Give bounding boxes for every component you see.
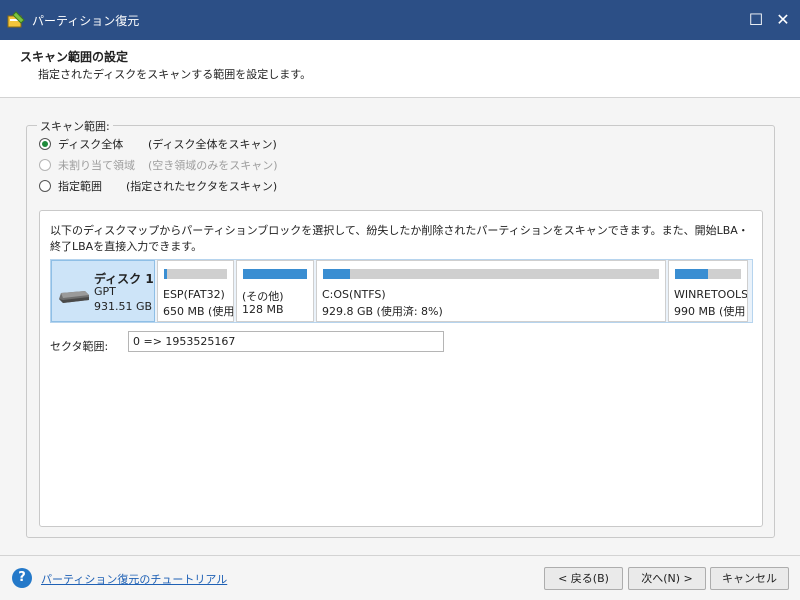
usage-bar (323, 269, 659, 279)
sector-range-label: セクタ範囲: (50, 340, 109, 353)
usage-bar-fill (164, 269, 168, 279)
partition-size: 650 MB (使用 (163, 305, 234, 318)
usage-bar-fill (243, 269, 307, 279)
main-content: スキャン範囲: ディスク全体 (ディスク全体をスキャン) 未割り当て領域 (空き… (0, 98, 800, 555)
back-button[interactable]: < 戻る(B) (544, 567, 623, 590)
radio-checked-icon[interactable] (39, 138, 51, 150)
partition-name: (その他) (242, 290, 284, 303)
scan-range-group-label: スキャン範囲: (37, 118, 113, 134)
radio-specified-range[interactable]: 指定範囲 (指定されたセクタをスキャン) (39, 178, 277, 194)
usage-bar-fill (675, 269, 708, 279)
disk-size: 931.51 GB (94, 300, 153, 313)
disk-map-panel: 以下のディスクマップからパーティションブロックを選択して、紛失したか削除されたパ… (39, 210, 763, 527)
radio-unchecked-icon (39, 159, 51, 171)
radio-unchecked-icon[interactable] (39, 180, 51, 192)
hard-disk-icon (59, 291, 89, 303)
partition-block[interactable]: (その他) 128 MB (236, 260, 314, 322)
radio-unallocated-desc: (空き領域のみをスキャン) (148, 159, 278, 172)
next-button[interactable]: 次へ(N) > (628, 567, 706, 590)
page-title: スキャン範囲の設定 (20, 50, 129, 64)
radio-unallocated: 未割り当て領域 (空き領域のみをスキャン) (39, 157, 278, 173)
partition-name: C:OS(NTFS) (322, 288, 386, 301)
page-subtitle: 指定されたディスクをスキャンする範囲を設定します。 (38, 68, 312, 81)
close-button[interactable]: ✕ (771, 8, 795, 32)
window-title: パーティション復元 (32, 14, 140, 28)
radio-specified-range-desc: (指定されたセクタをスキャン) (126, 180, 278, 193)
info-text: 以下のディスクマップからパーティションブロックを選択して、紛失したか削除されたパ… (50, 224, 749, 253)
partition-name: WINRETOOLS (674, 288, 748, 301)
partition-block[interactable]: C:OS(NTFS) 929.8 GB (使用済: 8%) (316, 260, 666, 322)
wizard-footer: ? パーティション復元のチュートリアル < 戻る(B) 次へ(N) > キャンセ… (0, 555, 800, 600)
title-bar: パーティション復元 ☐ ✕ (0, 0, 800, 40)
tutorial-link[interactable]: パーティション復元のチュートリアル (41, 571, 227, 587)
wizard-header: スキャン範囲の設定 指定されたディスクをスキャンする範囲を設定します。 (0, 40, 800, 98)
maximize-button[interactable]: ☐ (744, 8, 768, 32)
disk-map: ディスク 1 GPT 931.51 GB ESP(FAT32) 650 MB (… (50, 259, 753, 323)
partition-size: 128 MB (242, 303, 284, 316)
partition-name: ESP(FAT32) (163, 288, 225, 301)
disk-info-block[interactable]: ディスク 1 GPT 931.51 GB (51, 260, 155, 322)
partition-size: 990 MB (使用 (674, 305, 746, 318)
sector-range-input[interactable]: 0 => 1953525167 (128, 331, 444, 352)
radio-whole-disk[interactable]: ディスク全体 (ディスク全体をスキャン) (39, 136, 277, 152)
radio-unallocated-label: 未割り当て領域 (58, 159, 135, 172)
partition-size: 929.8 GB (使用済: 8%) (322, 305, 443, 318)
radio-specified-range-label: 指定範囲 (58, 180, 102, 193)
partition-block[interactable]: WINRETOOLS 990 MB (使用 (668, 260, 748, 322)
partition-recovery-app-icon (7, 11, 25, 28)
partition-block[interactable]: ESP(FAT32) 650 MB (使用 (157, 260, 234, 322)
help-icon[interactable]: ? (12, 568, 32, 588)
usage-bar (243, 269, 307, 279)
cancel-button[interactable]: キャンセル (710, 567, 789, 590)
usage-bar (675, 269, 741, 279)
disk-type: GPT (94, 285, 116, 298)
usage-bar-fill (323, 269, 350, 279)
usage-bar (164, 269, 227, 279)
radio-whole-disk-label: ディスク全体 (58, 138, 124, 151)
radio-whole-disk-desc: (ディスク全体をスキャン) (148, 138, 277, 151)
scan-range-group: スキャン範囲: ディスク全体 (ディスク全体をスキャン) 未割り当て領域 (空き… (26, 118, 775, 538)
